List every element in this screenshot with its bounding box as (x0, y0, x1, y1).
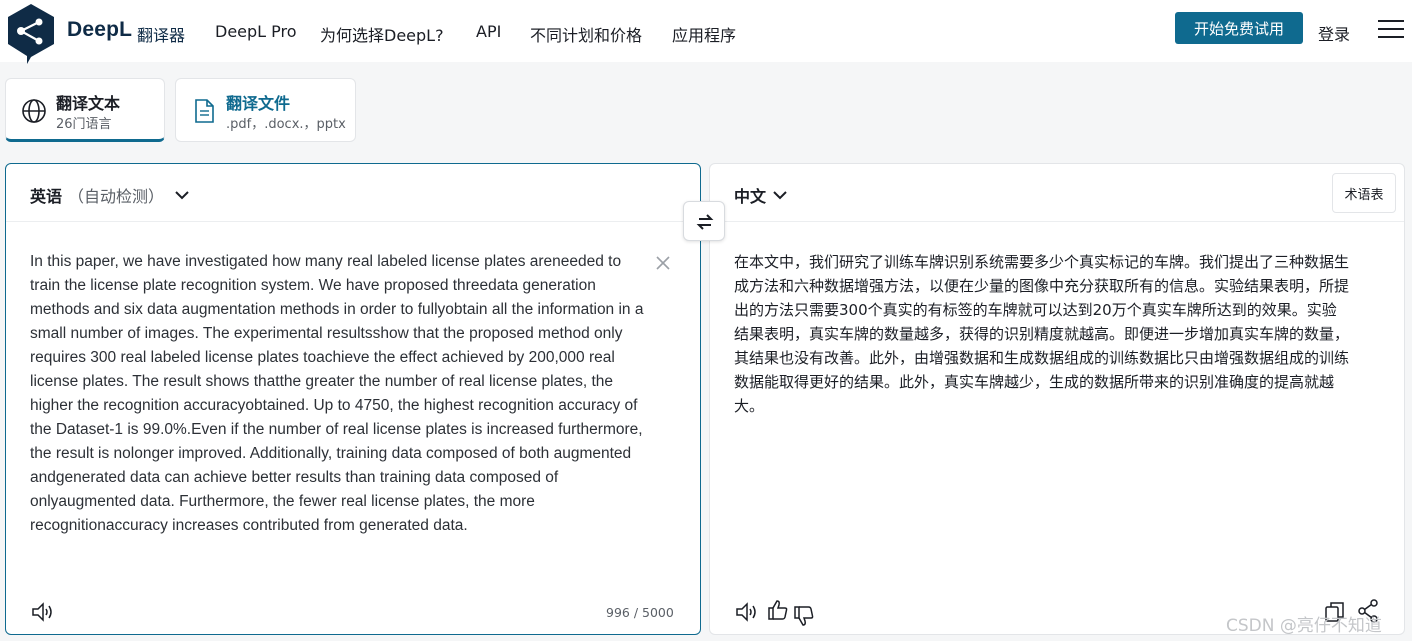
hamburger-menu-icon[interactable] (1378, 20, 1404, 40)
translation-output: 在本文中，我们研究了训练车牌识别系统需要多少个真实标记的车牌。我们提出了三种数据… (734, 253, 1350, 415)
target-language-label: 中文 (734, 187, 767, 206)
nav-apps[interactable]: 应用程序 (672, 22, 736, 46)
tab-translate-file-sub: .pdf，.docx.，pptx (226, 117, 346, 132)
nav-pricing[interactable]: 不同计划和价格 (530, 22, 642, 46)
source-panel-header: 英语 （自动检测） (6, 164, 700, 222)
tab-translate-text-sub: 26门语言 (56, 117, 112, 132)
start-free-trial-button[interactable]: 开始免费试用 (1175, 12, 1303, 44)
speaker-icon[interactable] (30, 600, 56, 624)
source-language-label: 英语 (30, 187, 63, 206)
tab-translate-text-title: 翻译文本 (56, 94, 121, 113)
csdn-watermark: CSDN @亮仔不知道 (1226, 616, 1382, 636)
brand-subtitle[interactable]: 翻译器 (137, 22, 185, 46)
close-icon[interactable] (654, 254, 672, 272)
tab-translate-file-title: 翻译文件 (226, 94, 291, 113)
thumbs-down-icon[interactable] (792, 604, 816, 628)
nav-deepl-pro[interactable]: DeepL Pro (215, 22, 297, 41)
login-link[interactable]: 登录 (1318, 21, 1350, 45)
chevron-down-icon (773, 191, 787, 200)
nav-api[interactable]: API (476, 22, 501, 41)
brand-name[interactable]: DeepL (67, 18, 132, 42)
glossary-button[interactable]: 术语表 (1332, 173, 1396, 213)
tab-translate-text[interactable]: 翻译文本 26门语言 (5, 78, 165, 142)
nav-why-deepl[interactable]: 为何选择DeepL? (320, 22, 444, 46)
top-header: DeepL 翻译器 DeepL Pro 为何选择DeepL? API 不同计划和… (0, 0, 1412, 64)
source-language-select[interactable]: 英语 （自动检测） (30, 183, 190, 207)
chevron-down-icon (175, 191, 189, 200)
source-panel: 英语 （自动检测） In this paper, we have investi… (5, 163, 701, 635)
target-panel-header: 中文 术语表 (710, 164, 1404, 222)
deepl-logo-icon[interactable] (4, 2, 58, 66)
thumbs-up-icon[interactable] (766, 598, 790, 622)
swap-icon (696, 214, 714, 230)
target-language-select[interactable]: 中文 (734, 183, 788, 207)
target-panel: 中文 术语表 在本文中，我们研究了训练车牌识别系统需要多少个真实标记的车牌。我们… (709, 163, 1405, 635)
document-icon (195, 99, 214, 123)
swap-languages-button[interactable] (683, 201, 725, 241)
auto-detect-hint: （自动检测） (68, 187, 165, 206)
character-counter: 996 / 5000 (606, 605, 674, 620)
globe-icon (22, 99, 46, 123)
source-text-input[interactable]: In this paper, we have investigated how … (30, 250, 650, 538)
speaker-icon[interactable] (734, 600, 760, 624)
tab-translate-file[interactable]: 翻译文件 .pdf，.docx.，pptx (175, 78, 356, 142)
